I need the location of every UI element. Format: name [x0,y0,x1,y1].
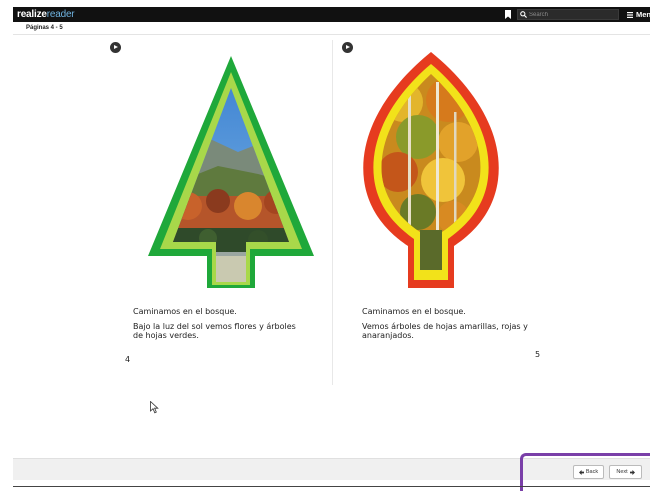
right-page-text: Caminamos en el bosque. Vemos árboles de… [362,307,532,346]
play-audio-icon[interactable] [110,42,121,53]
back-label: Back [585,469,599,475]
app-logo[interactable]: realizereader [13,9,75,20]
left-page-text: Caminamos en el bosque. Bajo la luz del … [133,307,308,346]
right-page-line-1: Caminamos en el bosque. [362,307,466,316]
arrow-left-icon [578,469,584,475]
page-divider [332,40,333,385]
search-icon[interactable] [518,9,529,20]
mouse-cursor-icon [150,401,159,414]
pine-tree-illustration [148,56,314,288]
arrow-right-icon [629,469,635,475]
menu-button[interactable]: Menu [627,8,650,21]
next-label: Next [616,469,628,475]
top-bar: realizereader Menu [13,7,650,22]
bottom-rule [13,486,650,487]
reader-app: realizereader Menu Páginas 4 - 5 [0,0,650,491]
right-page-number: 5 [535,350,541,359]
bookmark-icon[interactable] [505,10,511,19]
page-range-label: Páginas 4 - 5 [26,25,63,31]
search-input[interactable] [529,11,615,18]
next-button[interactable]: Next [609,465,642,479]
search-box[interactable] [517,9,619,20]
menu-label: Menu [636,10,650,19]
left-page-line-2: Bajo la luz del sol vemos flores y árbol… [133,322,296,340]
hamburger-icon [627,11,633,18]
page-range-bar: Páginas 4 - 5 [13,22,650,35]
leaf-illustration [363,52,499,288]
left-page-line-1: Caminamos en el bosque. [133,307,237,316]
back-button[interactable]: Back [573,465,604,479]
left-page-number: 4 [125,355,131,364]
play-audio-icon[interactable] [342,42,353,53]
right-page-line-2: Vemos árboles de hojas amarillas, rojas … [362,322,528,340]
